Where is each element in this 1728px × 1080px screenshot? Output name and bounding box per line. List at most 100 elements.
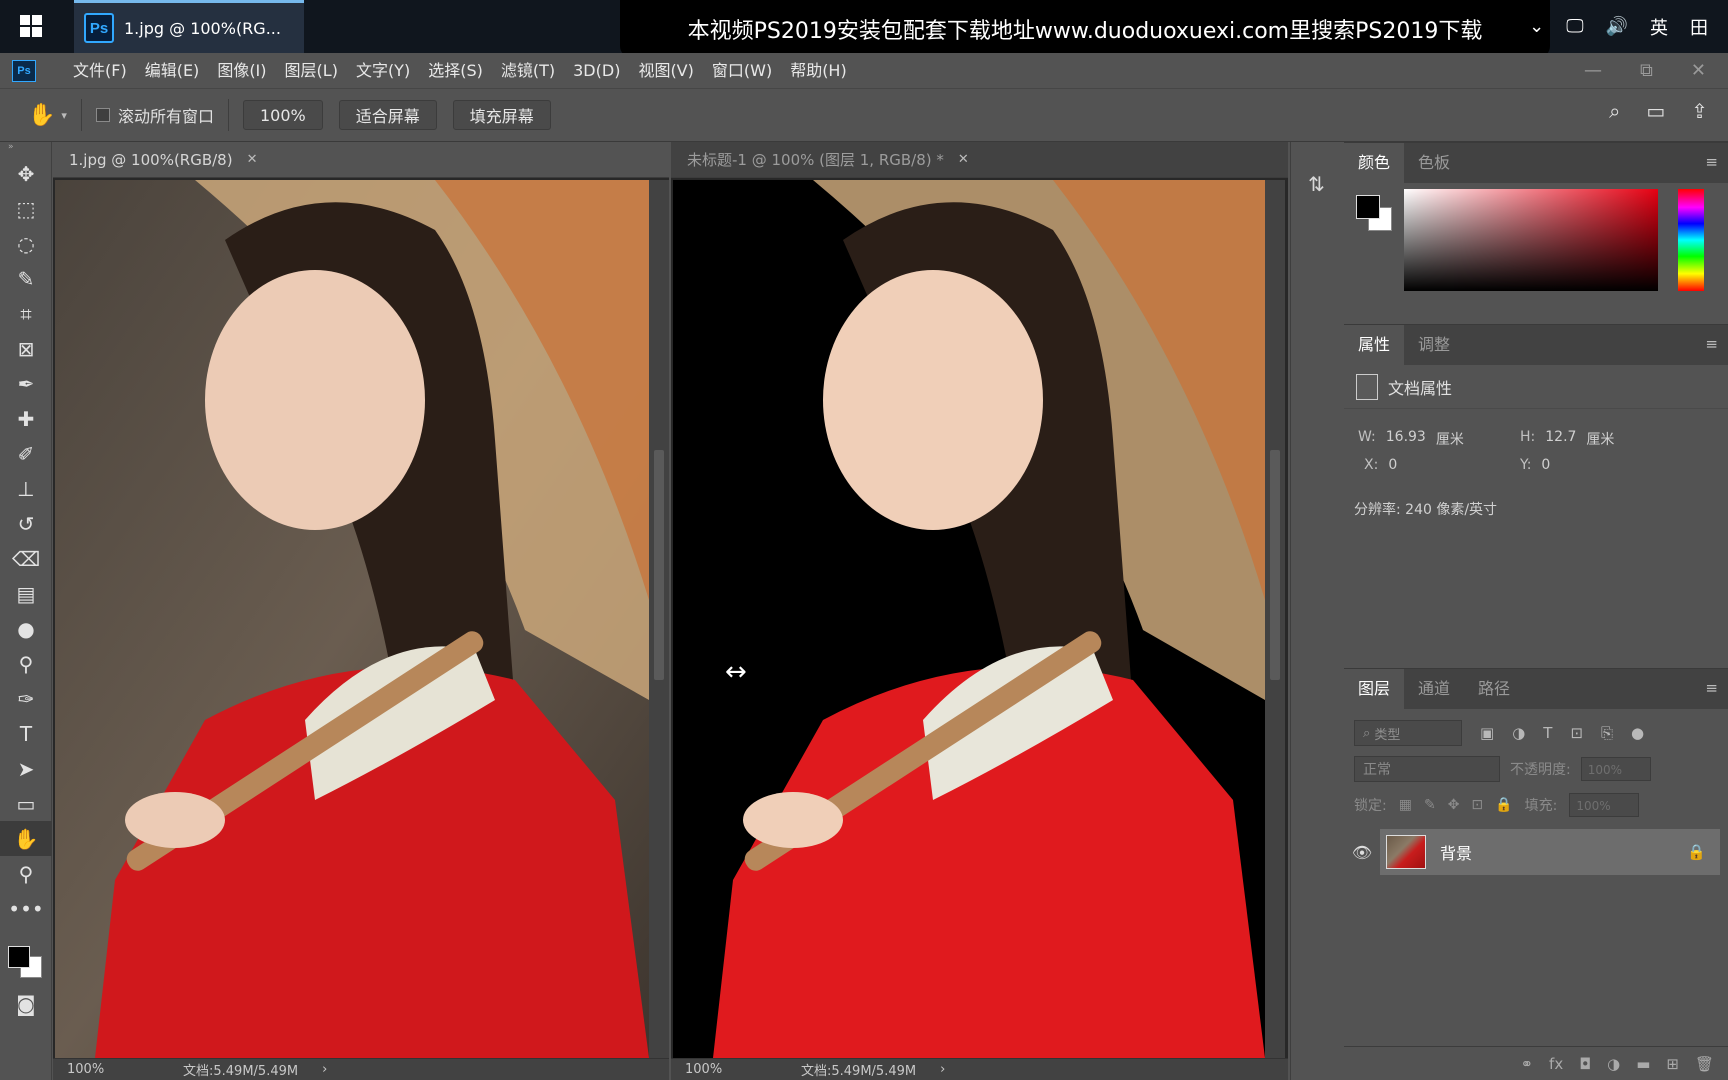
lock-artboard-icon[interactable]: ⊡ bbox=[1471, 797, 1483, 813]
zoom-level[interactable]: 100% bbox=[67, 1062, 167, 1077]
tab-color[interactable]: 颜色 bbox=[1344, 143, 1405, 183]
rectangle-tool-icon[interactable]: ▭ bbox=[0, 786, 52, 821]
tab-swatches[interactable]: 色板 bbox=[1404, 143, 1464, 183]
close-tab-icon[interactable]: ✕ bbox=[247, 152, 258, 167]
type-tool-icon[interactable]: T bbox=[0, 716, 52, 751]
hand-tool-icon[interactable]: ✋ bbox=[0, 821, 52, 856]
menu-layer[interactable]: 图层(L) bbox=[276, 53, 347, 88]
opacity-input[interactable]: 100% bbox=[1580, 757, 1651, 781]
image-filter-icon[interactable]: ▣ bbox=[1480, 724, 1494, 742]
search-icon[interactable]: ⌕ bbox=[1609, 99, 1620, 123]
tab-channels[interactable]: 通道 bbox=[1404, 669, 1464, 709]
volume-icon[interactable]: 🔊 bbox=[1606, 16, 1628, 37]
adjustment-layer-icon[interactable]: ◑ bbox=[1607, 1055, 1620, 1073]
collapse-icon[interactable]: » bbox=[0, 142, 51, 156]
workspace-icon[interactable]: ▭ bbox=[1646, 99, 1665, 123]
tab-paths[interactable]: 路径 bbox=[1464, 669, 1524, 709]
height-field[interactable]: H: 12.7 厘米 bbox=[1520, 429, 1614, 449]
lock-all-icon[interactable]: 🔒 bbox=[1495, 797, 1512, 813]
eyedropper-tool-icon[interactable]: ✒ bbox=[0, 366, 52, 401]
tab-adjustments[interactable]: 调整 bbox=[1404, 325, 1464, 365]
zoom-tool-icon[interactable]: ⚲ bbox=[0, 856, 52, 891]
layer-row[interactable]: 👁 背景 🔒 bbox=[1344, 829, 1728, 875]
panel-menu-icon[interactable]: ≡ bbox=[1705, 679, 1718, 697]
menu-image[interactable]: 图像(I) bbox=[208, 53, 275, 88]
layer-style-icon[interactable]: fx bbox=[1549, 1055, 1563, 1073]
link-layers-icon[interactable]: ⚭ bbox=[1520, 1055, 1533, 1073]
smart-object-filter-icon[interactable]: ⎘ bbox=[1601, 724, 1613, 742]
menu-type[interactable]: 文字(Y) bbox=[347, 53, 419, 88]
close-icon[interactable]: ✕ bbox=[1691, 60, 1706, 81]
document-size[interactable]: 文档:5.49M/5.49M bbox=[183, 1060, 298, 1079]
type-filter-icon[interactable]: T bbox=[1543, 724, 1552, 742]
color-picker-field[interactable] bbox=[1404, 189, 1658, 291]
menu-help[interactable]: 帮助(H) bbox=[781, 53, 856, 88]
delete-layer-icon[interactable]: 🗑 bbox=[1695, 1055, 1714, 1073]
history-brush-tool-icon[interactable]: ↺ bbox=[0, 506, 52, 541]
crop-tool-icon[interactable]: ⌗ bbox=[0, 296, 52, 331]
more-tools-icon[interactable]: ••• bbox=[0, 891, 52, 926]
blur-tool-icon[interactable]: ● bbox=[0, 611, 52, 646]
x-value[interactable]: 0 bbox=[1388, 457, 1397, 473]
network-icon[interactable]: 🖵 bbox=[1566, 16, 1583, 37]
quick-select-tool-icon[interactable]: ✎ bbox=[0, 261, 52, 296]
fill-input[interactable]: 100% bbox=[1569, 793, 1640, 817]
ps-menu-icon[interactable]: Ps bbox=[12, 59, 36, 82]
ime-grid-icon[interactable]: 田 bbox=[1690, 14, 1708, 40]
menu-edit[interactable]: 编辑(E) bbox=[136, 53, 209, 88]
lock-pixels-icon[interactable]: ✎ bbox=[1424, 797, 1436, 813]
panel-menu-icon[interactable]: ≡ bbox=[1705, 153, 1718, 171]
ime-language-label[interactable]: 英 bbox=[1650, 14, 1668, 40]
marquee-tool-icon[interactable]: ⬚ bbox=[0, 191, 52, 226]
scroll-all-windows-checkbox[interactable]: 滚动所有窗口 bbox=[95, 103, 214, 127]
layer-item-background[interactable]: 背景 🔒 bbox=[1380, 829, 1720, 875]
layer-mask-icon[interactable]: ◘ bbox=[1579, 1055, 1591, 1073]
shape-filter-icon[interactable]: ⊡ bbox=[1570, 724, 1583, 742]
vertical-scrollbar-2[interactable] bbox=[1265, 180, 1285, 1058]
document-canvas-2[interactable]: ↔ bbox=[673, 180, 1265, 1058]
menu-file[interactable]: 文件(F) bbox=[64, 53, 136, 88]
taskbar-photoshop-item[interactable]: Ps 1.jpg @ 100%(RG... bbox=[74, 0, 304, 53]
menu-select[interactable]: 选择(S) bbox=[419, 53, 492, 88]
document-tab-2[interactable]: 未标题-1 @ 100% (图层 1, RGB/8) * ✕ bbox=[671, 142, 1288, 178]
scrollbar-thumb[interactable] bbox=[1270, 450, 1280, 680]
eraser-tool-icon[interactable]: ⌫ bbox=[0, 541, 52, 576]
foreground-color-swatch[interactable] bbox=[1356, 195, 1380, 219]
chevron-down-icon[interactable]: ▾ bbox=[61, 109, 67, 122]
document-canvas-1[interactable] bbox=[55, 180, 649, 1058]
adjustment-filter-icon[interactable]: ◑ bbox=[1512, 724, 1525, 742]
menu-view[interactable]: 视图(V) bbox=[629, 53, 702, 88]
visibility-eye-icon[interactable]: 👁 bbox=[1344, 843, 1380, 862]
gradient-tool-icon[interactable]: ▤ bbox=[0, 576, 52, 611]
y-value[interactable]: 0 bbox=[1541, 457, 1550, 473]
lock-position-icon[interactable]: ✥ bbox=[1448, 797, 1460, 813]
menu-window[interactable]: 窗口(W) bbox=[703, 53, 781, 88]
stamp-tool-icon[interactable]: ⊥ bbox=[0, 471, 52, 506]
vertical-scrollbar-1[interactable] bbox=[649, 180, 669, 1058]
tab-properties[interactable]: 属性 bbox=[1344, 325, 1405, 365]
menu-3d[interactable]: 3D(D) bbox=[564, 53, 629, 88]
hue-slider[interactable] bbox=[1678, 189, 1704, 291]
fit-screen-button[interactable]: 适合屏幕 bbox=[338, 100, 437, 130]
zoom-level[interactable]: 100% bbox=[685, 1062, 785, 1077]
frame-tool-icon[interactable]: ⊠ bbox=[0, 331, 52, 366]
hand-tool-preset-icon[interactable]: ✋ bbox=[28, 103, 55, 128]
width-value[interactable]: 16.93 bbox=[1386, 429, 1426, 449]
lock-transparent-icon[interactable]: ▦ bbox=[1399, 797, 1412, 813]
move-tool-icon[interactable]: ✥ bbox=[0, 156, 52, 191]
document-size[interactable]: 文档:5.49M/5.49M bbox=[801, 1060, 916, 1079]
healing-tool-icon[interactable]: ✚ bbox=[0, 401, 52, 436]
height-value[interactable]: 12.7 bbox=[1545, 429, 1576, 449]
windows-start-icon[interactable] bbox=[20, 15, 42, 37]
dodge-tool-icon[interactable]: ⚲ bbox=[0, 646, 52, 681]
filter-toggle-icon[interactable]: ● bbox=[1631, 724, 1644, 742]
width-field[interactable]: W: 16.93 厘米 bbox=[1358, 429, 1464, 449]
layer-kind-filter[interactable]: ⌕ 类型 bbox=[1354, 720, 1462, 746]
panel-menu-icon[interactable]: ≡ bbox=[1705, 335, 1718, 353]
x-field[interactable]: X: 0 bbox=[1364, 457, 1397, 473]
status-arrow-icon[interactable]: › bbox=[940, 1062, 945, 1077]
menu-filter[interactable]: 滤镜(T) bbox=[492, 53, 564, 88]
tab-layers[interactable]: 图层 bbox=[1344, 669, 1405, 709]
y-field[interactable]: Y: 0 bbox=[1520, 457, 1550, 473]
status-arrow-icon[interactable]: › bbox=[322, 1062, 327, 1077]
